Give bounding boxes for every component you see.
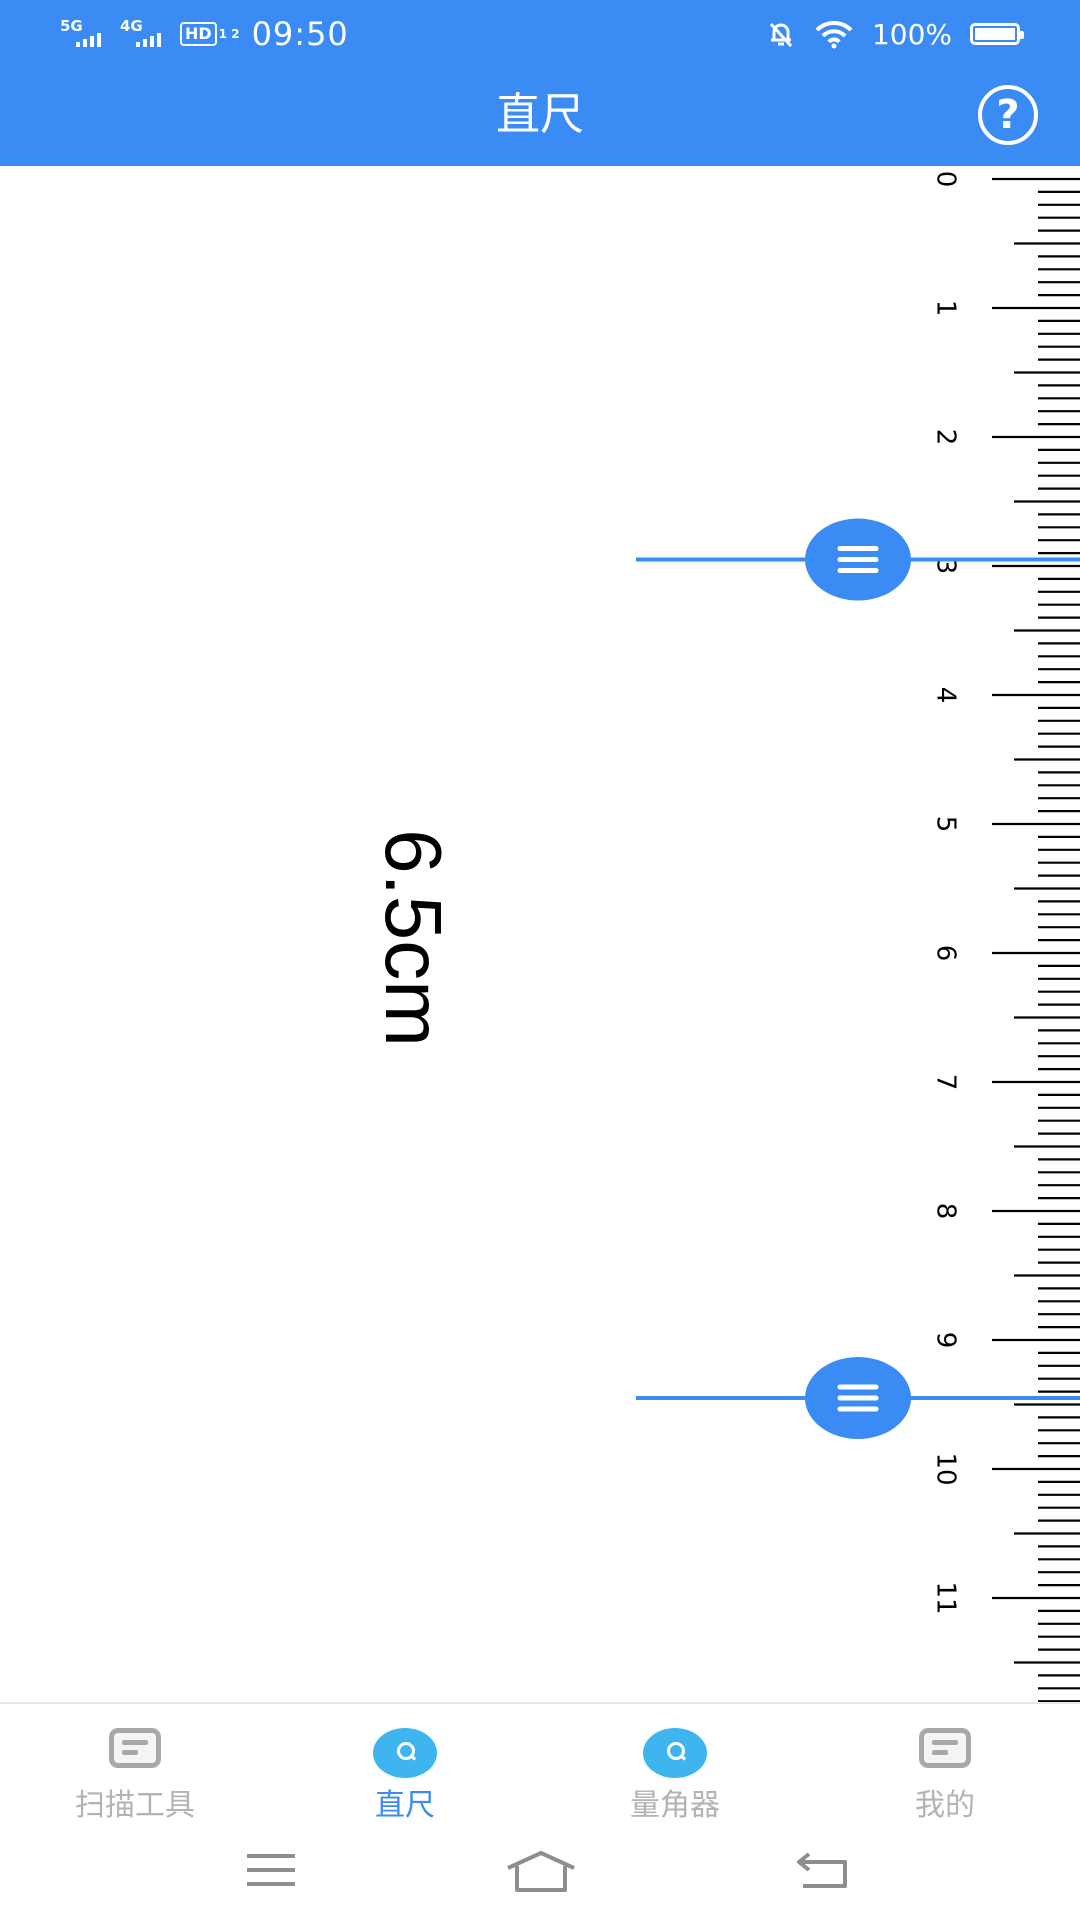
tab-label: 量角器	[630, 1788, 720, 1823]
home-icon[interactable]	[505, 1850, 577, 1894]
ruler-area: 0 1 2 3 4 5 6 7 8 9 10 11 6.5cm	[0, 166, 1080, 1702]
ruler-tick-label: 5	[931, 816, 961, 833]
status-time: 09:50	[251, 15, 349, 53]
status-bar: 5G 4G HD 1 2 09:50 100%	[0, 0, 1080, 66]
tab-protractor[interactable]: 量角器	[540, 1704, 810, 1823]
tab-label: 扫描工具	[75, 1788, 195, 1823]
tab-label: 直尺	[375, 1788, 435, 1823]
ruler: 01234567891011	[636, 171, 1080, 1702]
system-nav-bar	[0, 1820, 1080, 1920]
document-icon	[919, 1728, 971, 1768]
ruler-tick-label: 9	[931, 1332, 961, 1349]
signal-4g-icon: 4G	[120, 17, 172, 51]
tab-ruler[interactable]: 直尺	[270, 1704, 540, 1823]
search-icon	[643, 1728, 707, 1778]
hd-voice-icon: HD	[180, 22, 217, 46]
signal-5g-icon: 5G	[60, 17, 112, 51]
ruler-tick-label: 2	[931, 429, 961, 446]
ruler-tick-label: 4	[931, 687, 961, 704]
page-title: 直尺	[496, 89, 584, 140]
measure-handle-top[interactable]	[636, 518, 1080, 601]
back-icon[interactable]	[795, 1850, 851, 1890]
measure-handle-bottom[interactable]	[636, 1357, 1080, 1440]
ruler-tick-label: 7	[931, 1074, 961, 1091]
ruler-tick-label: 0	[931, 171, 961, 188]
app-header: 5G 4G HD 1 2 09:50 100% 直尺 ?	[0, 0, 1080, 166]
wifi-icon	[815, 20, 853, 49]
ruler-tick-label: 6	[931, 945, 961, 962]
hd-voice-sub: 1 2	[218, 27, 240, 41]
status-right: 100%	[766, 12, 1024, 56]
notifications-off-icon	[769, 22, 793, 48]
tab-mine[interactable]: 我的	[810, 1704, 1080, 1823]
ruler-ticks	[992, 177, 1080, 1702]
measure-handles	[636, 518, 1080, 1440]
document-icon	[109, 1728, 161, 1768]
measurement-reading: 6.5cm	[369, 829, 458, 1047]
tab-label: 我的	[915, 1788, 975, 1823]
bottom-nav: 扫描工具 直尺 量角器 我的	[0, 1702, 1080, 1823]
tab-scan-tools[interactable]: 扫描工具	[0, 1704, 270, 1823]
ruler-tick-label: 11	[931, 1581, 961, 1614]
help-button[interactable]: ?	[978, 85, 1038, 145]
ruler-tick-label: 1	[931, 300, 961, 317]
ruler-tick-label: 10	[931, 1452, 961, 1485]
battery-percent: 100%	[871, 17, 952, 51]
search-icon	[373, 1728, 437, 1778]
battery-icon	[970, 23, 1024, 45]
menu-icon[interactable]	[245, 1850, 297, 1890]
status-left: 5G 4G HD 1 2 09:50	[60, 12, 349, 56]
ruler-tick-label: 8	[931, 1203, 961, 1220]
